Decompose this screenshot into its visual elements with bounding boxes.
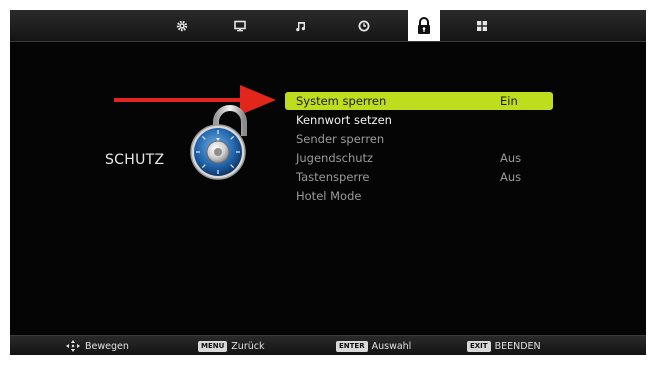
section-title: SCHUTZ (105, 152, 165, 168)
menu-item-label: Sender sperren (296, 132, 385, 146)
monitor-icon (234, 20, 246, 31)
menu-item-sender-sperren: Sender sperren (285, 130, 553, 148)
lock-icon (418, 16, 430, 34)
menu-item-label: System sperren (296, 94, 387, 108)
menu-item-value: Aus (500, 170, 522, 184)
hint-label: Auswahl (371, 340, 412, 352)
menu-item-label: Tastensperre (296, 170, 370, 184)
tab-lock[interactable] (408, 10, 440, 41)
exit-key: EXIT (467, 340, 491, 352)
tab-time[interactable] (354, 10, 374, 41)
enter-key: ENTER (336, 340, 368, 352)
menu-item-tastensperre: Tastensperre Aus (285, 168, 553, 186)
menu-item-label: Jugendschutz (296, 151, 374, 165)
menu-tab-bar (10, 10, 646, 42)
menu-item-hotel-mode: Hotel Mode (285, 187, 553, 205)
hint-label: Bewegen (85, 340, 129, 352)
tab-sound[interactable] (291, 10, 311, 41)
help-bar: Bewegen MENU Zurück ENTER Auswahl EXIT B… (10, 335, 646, 355)
tab-settings[interactable] (172, 10, 192, 41)
hint-label: BEENDEN (494, 340, 541, 352)
menu-item-kennwort-setzen[interactable]: Kennwort setzen (285, 111, 553, 129)
hint-auswahl: ENTER Auswahl (336, 336, 411, 355)
menu-item-jugendschutz: Jugendschutz Aus (285, 149, 553, 167)
tab-picture[interactable] (230, 10, 250, 41)
grid-icon (477, 20, 487, 31)
gear-icon (176, 20, 188, 31)
menu-key: MENU (198, 340, 228, 352)
menu-item-system-sperren[interactable]: System sperren Ein (285, 92, 553, 110)
clock-icon (358, 20, 370, 31)
tab-setup[interactable] (472, 10, 492, 41)
combination-lock-icon (190, 105, 247, 180)
hint-bewegen: Bewegen (66, 336, 129, 355)
menu-item-value: Aus (500, 151, 522, 165)
menu-item-label: Kennwort setzen (296, 113, 392, 127)
menu-item-value: Ein (500, 94, 518, 108)
tv-screen: SCHUTZ System sperren Ein Kennwort setze… (10, 10, 646, 355)
music-note-icon (296, 21, 305, 31)
hint-zurueck: MENU Zurück (198, 336, 264, 355)
dpad-icon (66, 340, 80, 352)
menu-item-label: Hotel Mode (296, 189, 362, 203)
hint-label: Zurück (231, 340, 265, 352)
hint-beenden: EXIT BEENDEN (467, 336, 541, 355)
